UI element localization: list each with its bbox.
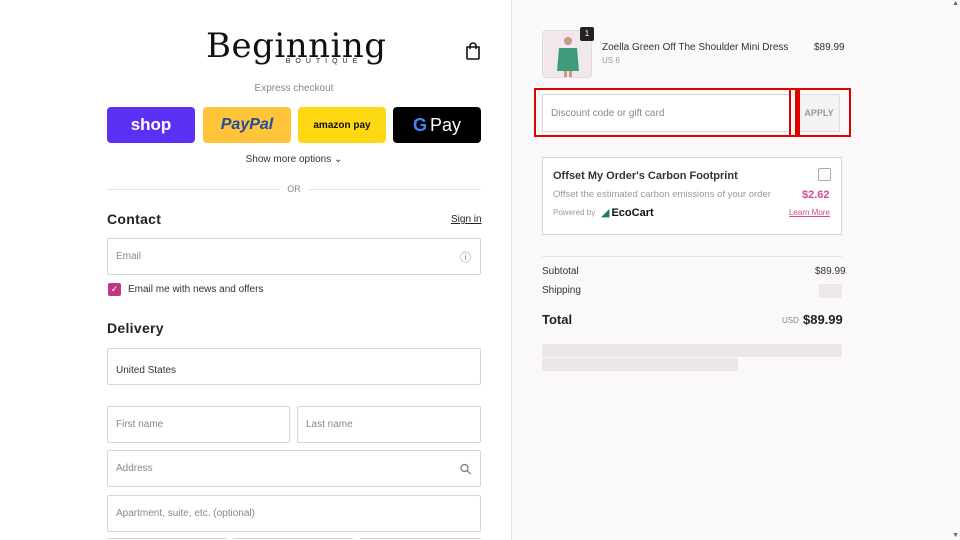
shop-pay-label: shop <box>130 115 172 134</box>
sign-in-link[interactable]: Sign in <box>451 214 482 225</box>
product-variant: US 6 <box>602 56 620 65</box>
learn-more-link[interactable]: Learn More <box>789 208 830 217</box>
order-summary-panel <box>512 0 960 540</box>
country-select[interactable]: United States <box>107 348 481 385</box>
subtotal-label: Subtotal <box>542 266 579 277</box>
brand-logo[interactable]: Beginning BOUTIQUE <box>206 28 386 65</box>
scrollbar[interactable]: ▲ ▼ <box>952 0 960 540</box>
address-field[interactable]: Address <box>107 450 481 487</box>
search-icon <box>460 463 471 474</box>
ecocart-logo: ◢ EcoCart <box>601 206 654 219</box>
loading-placeholder <box>542 358 738 371</box>
scroll-up-icon[interactable]: ▲ <box>952 0 959 8</box>
delivery-heading: Delivery <box>107 320 164 336</box>
express-checkout-title: Express checkout <box>254 83 334 94</box>
first-name-field[interactable]: First name <box>107 406 290 443</box>
powered-by-label: Powered by <box>553 208 596 217</box>
shipping-value-placeholder <box>819 284 842 298</box>
shopping-bag-icon[interactable] <box>465 42 481 60</box>
scroll-down-icon[interactable]: ▼ <box>952 532 959 540</box>
total-currency: USD <box>782 316 799 325</box>
email-field[interactable]: Email ⓘ <box>107 238 481 275</box>
contact-heading: Contact <box>107 211 162 227</box>
apartment-field[interactable]: Apartment, suite, etc. (optional) <box>107 495 481 532</box>
chevron-down-icon: ⌄ <box>334 154 343 165</box>
carbon-offset-checkbox[interactable] <box>818 168 831 181</box>
product-name: Zoella Green Off The Shoulder Mini Dress <box>602 42 789 53</box>
amazon-pay-button[interactable]: amazon pay <box>298 107 386 143</box>
highlight-box-separator <box>797 88 800 137</box>
last-name-field[interactable]: Last name <box>297 406 481 443</box>
paypal-button[interactable]: PayPal <box>203 107 291 143</box>
show-more-options-button[interactable]: Show more options ⌄ <box>107 154 481 165</box>
email-placeholder: Email <box>116 251 142 262</box>
google-g-icon: G <box>412 114 427 135</box>
leaf-icon: ◢ <box>601 207 610 219</box>
loading-placeholder <box>542 344 842 357</box>
shipping-label: Shipping <box>542 285 581 296</box>
address-placeholder: Address <box>116 463 153 474</box>
google-pay-label: Pay <box>429 114 462 135</box>
summary-divider <box>542 256 842 257</box>
shop-pay-button[interactable]: shop <box>107 107 195 143</box>
amazon-pay-label: amazon pay <box>313 119 371 131</box>
total-label: Total <box>542 312 573 327</box>
show-more-label: Show more options <box>245 154 332 165</box>
newsletter-label: Email me with news and offers <box>128 284 264 295</box>
apartment-placeholder: Apartment, suite, etc. (optional) <box>116 508 255 519</box>
checkout-form-panel: Beginning BOUTIQUE Express checkout shop… <box>0 0 512 540</box>
country-value: United States <box>116 365 177 376</box>
carbon-offset-description: Offset the estimated carbon emissions of… <box>553 189 771 200</box>
subtotal-value: $89.99 <box>815 266 846 277</box>
paypal-label: PayPal <box>220 116 274 133</box>
quantity-badge: 1 <box>580 27 594 41</box>
first-name-placeholder: First name <box>116 419 164 430</box>
carbon-offset-price: $2.62 <box>802 189 830 201</box>
product-price: $89.99 <box>814 42 845 53</box>
google-pay-button[interactable]: G Pay <box>393 107 481 143</box>
newsletter-checkbox[interactable]: ✓ <box>108 283 121 296</box>
or-label: OR <box>280 184 308 194</box>
carbon-offset-box: Offset My Order's Carbon Footprint Offse… <box>542 157 842 235</box>
carbon-offset-title: Offset My Order's Carbon Footprint <box>553 170 738 182</box>
last-name-placeholder: Last name <box>306 419 353 430</box>
highlight-box-discount <box>534 88 797 137</box>
check-icon: ✓ <box>110 284 119 294</box>
help-icon[interactable]: ⓘ <box>460 249 471 265</box>
ecocart-name: EcoCart <box>611 207 654 219</box>
total-value: $89.99 <box>803 312 843 327</box>
